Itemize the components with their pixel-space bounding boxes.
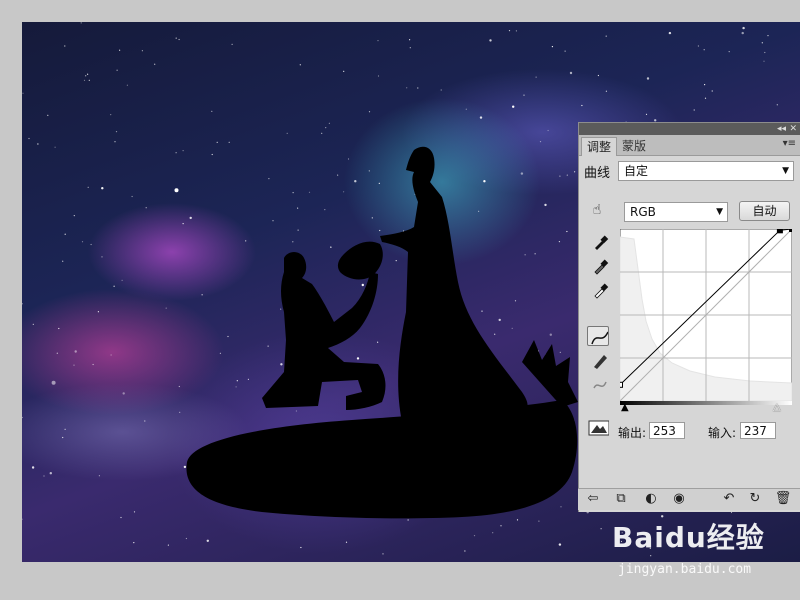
smooth-curve-icon[interactable] [589,374,611,394]
clipping-warning-icon[interactable] [587,418,609,438]
curve-point-icon[interactable] [587,326,609,346]
visibility-eye-icon[interactable]: ◉ [670,491,688,507]
chevron-down-icon: ▼ [716,207,723,217]
white-eyedropper-icon[interactable] [589,280,611,300]
auto-button[interactable]: 自动 [739,201,790,221]
pencil-draw-icon[interactable] [589,350,611,370]
panel-tabbar: 调整 蒙版 ▾≡ [579,135,800,156]
panel-bottom-bar: ⇦ ⧉ ◐ ◉ ↶ ↻ 🗑 [578,488,800,510]
curves-graph[interactable] [620,229,792,401]
reset-previous-icon[interactable]: ↶ [720,491,738,507]
watermark: Baidu经验 jingyan.baidu.com [612,516,792,586]
trash-icon[interactable]: 🗑 [774,491,792,507]
tab-masks[interactable]: 蒙版 [617,137,651,155]
input-field[interactable]: 237 [740,422,776,439]
input-gradient-bar [620,401,792,405]
mask-icon[interactable]: ◐ [642,491,660,507]
black-eyedropper-icon[interactable] [589,232,611,252]
curve-control-point[interactable] [620,381,623,388]
chevron-down-icon: ▼ [782,166,789,176]
curve-control-point[interactable] [776,229,783,234]
curves-label: 曲线 [584,166,611,181]
clip-layer-icon[interactable]: ⧉ [612,491,630,507]
tab-adjustments[interactable]: 调整 [581,137,618,156]
output-field[interactable]: 253 [649,422,685,439]
channel-dropdown[interactable]: RGB ▼ [624,202,728,222]
input-label: 输入: [708,426,737,440]
output-label: 输出: [618,426,647,440]
panel-titlebar: ◂◂ ✕ [579,123,800,135]
back-arrow-icon[interactable]: ⇦ [584,491,602,507]
watermark-url: jingyan.baidu.com [618,562,752,577]
panel-menu-icon[interactable]: ▾≡ [783,138,796,149]
reset-default-icon[interactable]: ↻ [746,491,764,507]
channel-value: RGB [630,205,656,219]
watermark-logo: Baidu经验 [612,521,765,554]
collapse-icon[interactable]: ◂◂ [777,123,786,135]
hand-adjust-icon[interactable]: ☝ [586,200,608,220]
close-icon[interactable]: ✕ [789,123,797,135]
curve-control-point[interactable] [789,229,793,232]
white-slider-icon[interactable]: △ [773,402,781,413]
preset-value: 自定 [624,164,649,178]
black-slider-icon[interactable]: ▲ [621,402,629,413]
preset-dropdown[interactable]: 自定 ▼ [618,161,794,181]
gray-eyedropper-icon[interactable] [589,256,611,276]
